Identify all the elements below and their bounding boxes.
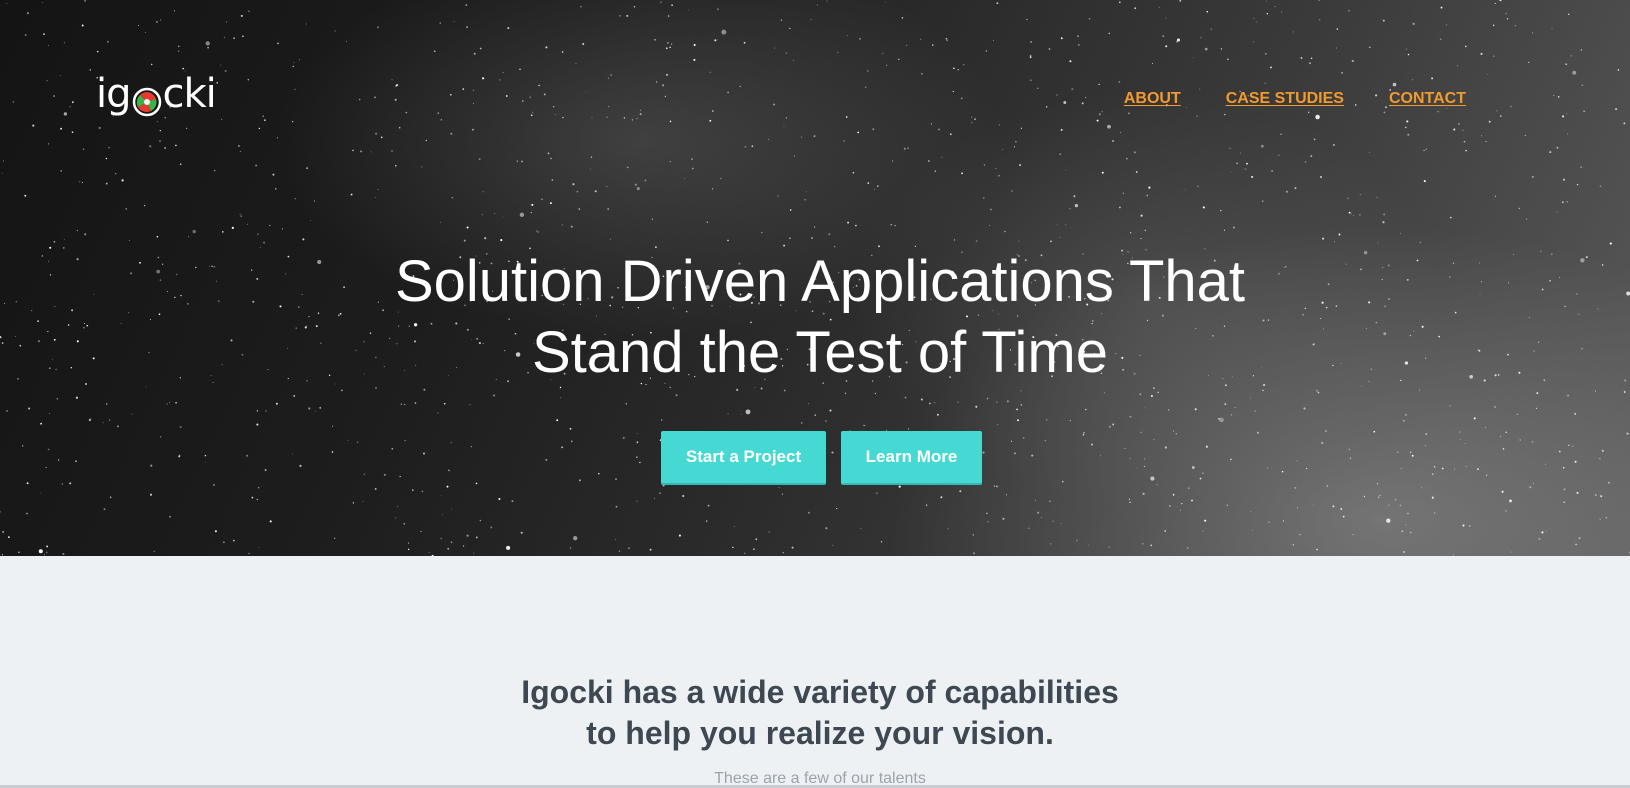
capabilities-heading-line2: to help you realize your vision. [586,715,1054,751]
main-nav: ABOUT CASE STUDIES CONTACT [1124,90,1466,108]
page: ig cki ABOUT CASE STUDIES CONTACT Soluti… [0,0,1630,788]
igocki-logo[interactable]: ig cki [96,70,217,118]
logo-text-right: cki [162,71,217,117]
start-project-button[interactable]: Start a Project [661,431,826,485]
nav-case-studies-link[interactable]: CASE STUDIES [1226,90,1344,108]
logo-flower-icon [132,81,162,117]
nav-contact-link[interactable]: CONTACT [1389,90,1466,108]
hero-heading-line1: Solution Driven Applications That [394,249,1246,314]
nav-about-link[interactable]: ABOUT [1124,90,1181,108]
hero-heading: Solution Driven Applications That Stand … [0,246,1630,388]
capabilities-heading-line1: Igocki has a wide variety of capabilitie… [521,674,1119,710]
hero-section: ig cki ABOUT CASE STUDIES CONTACT Soluti… [0,0,1630,556]
learn-more-button[interactable]: Learn More [841,431,982,485]
hero-buttons: Start a Project Learn More [661,431,982,485]
hero-heading-line2: Stand the Test of Time [531,320,1109,385]
capabilities-section: Igocki has a wide variety of capabilitie… [0,556,1630,788]
capabilities-heading: Igocki has a wide variety of capabilitie… [0,672,1630,754]
logo-text-left: ig [96,71,132,117]
